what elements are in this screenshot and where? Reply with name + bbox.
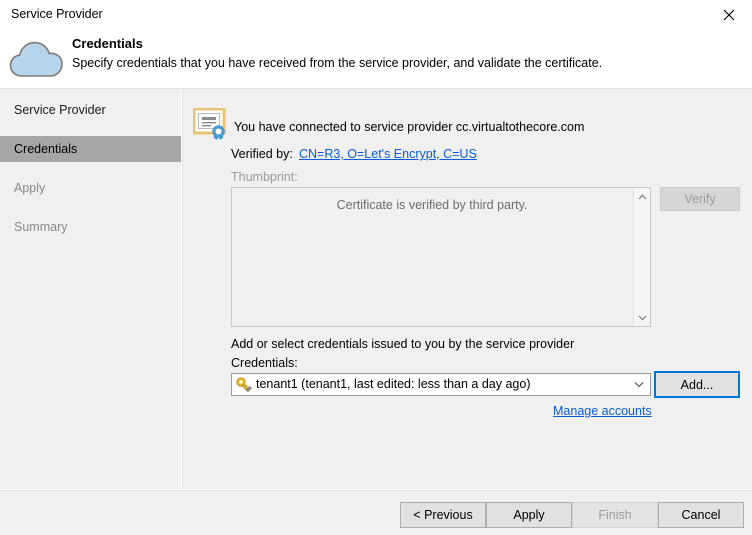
key-glyph [236, 377, 252, 392]
credentials-panel: You have connected to service provider c… [183, 89, 752, 489]
apply-button[interactable]: Apply [486, 502, 572, 528]
title-bar: Service Provider [0, 0, 752, 30]
wizard-step-sidebar: Service Provider Credentials Apply Summa… [0, 89, 181, 489]
page-title: Credentials [72, 36, 143, 51]
chevron-down-icon[interactable] [630, 374, 648, 395]
sidebar-item-credentials[interactable]: Credentials [0, 136, 181, 162]
verified-by-link[interactable]: CN=R3, O=Let's Encrypt, C=US [299, 147, 477, 161]
page-subtitle: Specify credentials that you have receiv… [72, 56, 603, 70]
sidebar-item-service-provider[interactable]: Service Provider [0, 97, 181, 123]
cancel-button[interactable]: Cancel [658, 502, 744, 528]
chevron-down-glyph [638, 315, 646, 321]
window-title: Service Provider [11, 7, 103, 21]
credentials-label: Credentials: [231, 356, 298, 370]
thumbprint-label: Thumbprint: [231, 170, 298, 184]
add-credentials-button[interactable]: Add... [654, 371, 740, 398]
chevron-up-glyph [638, 193, 646, 199]
connected-message: You have connected to service provider c… [234, 120, 585, 134]
wizard-header: Credentials Specify credentials that you… [0, 30, 752, 88]
service-provider-wizard-window: Service Provider Credentials Specify cre… [0, 0, 752, 535]
sidebar-item-apply[interactable]: Apply [0, 175, 181, 201]
close-glyph [723, 9, 735, 21]
thumbprint-textbox[interactable]: Certificate is verified by third party. [231, 187, 651, 327]
verified-by-label: Verified by: [231, 147, 293, 161]
sidebar-item-summary[interactable]: Summary [0, 214, 181, 240]
certificate-icon [192, 107, 229, 145]
certificate-glyph [192, 107, 226, 140]
add-or-select-instruction: Add or select credentials issued to you … [231, 337, 575, 351]
scroll-down-icon[interactable] [634, 309, 650, 326]
chevron-down-glyph [634, 382, 644, 388]
credentials-dropdown[interactable]: tenant1 (tenant1, last edited: less than… [231, 373, 651, 396]
credentials-selected-value: tenant1 (tenant1, last edited: less than… [256, 377, 531, 391]
thumbprint-value: Certificate is verified by third party. [336, 198, 528, 212]
finish-button[interactable]: Finish [572, 502, 658, 528]
cloud-icon [8, 36, 64, 85]
wizard-footer: < Previous Apply Finish Cancel [0, 491, 752, 535]
cloud-glyph [9, 41, 63, 77]
previous-button[interactable]: < Previous [400, 502, 486, 528]
manage-accounts-link[interactable]: Manage accounts [553, 404, 652, 418]
close-icon[interactable] [706, 0, 752, 30]
scroll-up-icon[interactable] [634, 188, 650, 205]
key-icon [236, 377, 253, 396]
verify-button[interactable]: Verify [660, 187, 740, 211]
thumbprint-scrollbar[interactable] [633, 188, 650, 326]
